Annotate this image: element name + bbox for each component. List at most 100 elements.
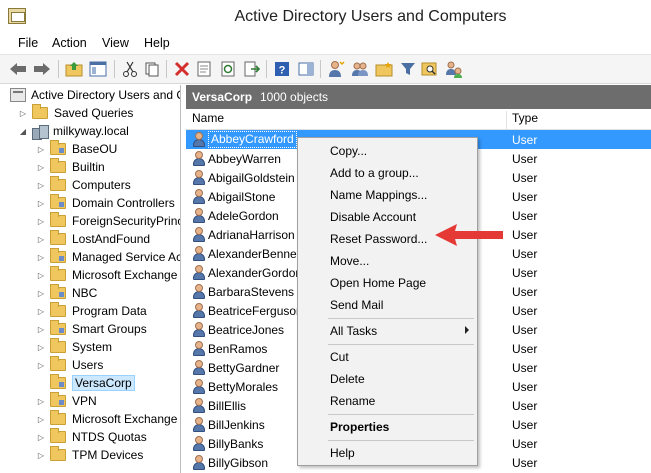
row-type: User: [512, 361, 538, 375]
expand-arrow-icon[interactable]: ▷: [36, 361, 46, 370]
menu-help[interactable]: Help: [144, 36, 170, 50]
folder-icon: [50, 158, 66, 173]
properties-icon[interactable]: [194, 59, 214, 79]
menu-item-open-home-page[interactable]: Open Home Page: [298, 272, 477, 294]
row-type: User: [512, 304, 538, 318]
annotation-arrow-icon: [435, 224, 503, 246]
add-to-group-icon[interactable]: [444, 59, 464, 79]
expand-arrow-icon[interactable]: ▷: [36, 181, 46, 190]
expand-arrow-icon[interactable]: ▷: [36, 145, 46, 154]
expand-arrow-icon[interactable]: ▷: [36, 433, 46, 442]
menu-item-properties[interactable]: Properties: [298, 416, 477, 438]
folder-icon: [50, 320, 66, 335]
tree-item[interactable]: ▷ Users: [36, 356, 103, 374]
tree-item[interactable]: ▷ Program Data: [36, 302, 147, 320]
column-header-name[interactable]: Name: [192, 111, 224, 129]
row-type: User: [512, 323, 538, 337]
expand-arrow-icon[interactable]: ▷: [36, 271, 46, 280]
tree-item[interactable]: ▷ BaseOU: [36, 140, 117, 158]
new-user-icon[interactable]: [326, 59, 346, 79]
svg-text:?: ?: [279, 65, 286, 77]
expand-arrow-icon[interactable]: ▷: [18, 109, 28, 118]
row-type: User: [512, 285, 538, 299]
show-console-tree-icon[interactable]: [88, 59, 108, 79]
find-icon[interactable]: [420, 59, 440, 79]
row-type: User: [512, 380, 538, 394]
expand-arrow-icon[interactable]: ▷: [36, 163, 46, 172]
menu-item-help[interactable]: Help: [298, 442, 477, 464]
back-arrow-icon[interactable]: [8, 59, 28, 79]
show-action-pane-icon[interactable]: [296, 59, 316, 79]
tree-item[interactable]: ▷ Domain Controllers: [36, 194, 175, 212]
expand-arrow-icon[interactable]: ▷: [36, 307, 46, 316]
tree-item[interactable]: ▷ Builtin: [36, 158, 105, 176]
tree-saved-queries[interactable]: ▷ Saved Queries: [18, 104, 133, 122]
refresh-icon[interactable]: [218, 59, 238, 79]
column-header-type[interactable]: Type: [512, 111, 538, 129]
expand-arrow-icon[interactable]: ▷: [36, 451, 46, 460]
menu-item-rename[interactable]: Rename: [298, 390, 477, 412]
delete-icon[interactable]: [172, 59, 192, 79]
menu-item-all-tasks[interactable]: All Tasks: [298, 320, 477, 342]
expand-arrow-icon[interactable]: ▷: [36, 199, 46, 208]
tree-item[interactable]: ▷ ForeignSecurityPrinc: [36, 212, 180, 230]
menu-item-move[interactable]: Move...: [298, 250, 477, 272]
tree-item[interactable]: ▷ TPM Devices: [36, 446, 143, 464]
container-name: VersaCorp: [192, 90, 253, 104]
tree-root[interactable]: Active Directory Users and C: [10, 86, 180, 104]
expand-arrow-icon[interactable]: ▷: [36, 397, 46, 406]
tree-item[interactable]: ▷ NBC: [36, 284, 97, 302]
new-group-icon[interactable]: [350, 59, 370, 79]
export-list-icon[interactable]: [242, 59, 262, 79]
filter-icon[interactable]: [398, 59, 418, 79]
copy-icon[interactable]: [142, 59, 162, 79]
tree-item[interactable]: ▷ NTDS Quotas: [36, 428, 147, 446]
row-name: AdrianaHarrison: [208, 228, 295, 242]
menu-item-cut[interactable]: Cut: [298, 346, 477, 368]
menu-view[interactable]: View: [102, 36, 129, 50]
folder-icon: [50, 374, 66, 389]
new-ou-icon[interactable]: [374, 59, 394, 79]
tree-item[interactable]: ▷ Smart Groups: [36, 320, 147, 338]
tree-item[interactable]: ▷ LostAndFound: [36, 230, 150, 248]
expand-arrow-icon[interactable]: ▷: [36, 343, 46, 352]
up-folder-icon[interactable]: [64, 59, 84, 79]
menu-item-add-to-group[interactable]: Add to a group...: [298, 162, 477, 184]
folder-icon: [50, 266, 66, 281]
tree-item[interactable]: ▷ Computers: [36, 176, 131, 194]
tree-domain[interactable]: ◢ milkyway.local: [18, 122, 129, 140]
row-name: AbigailGoldstein: [208, 171, 295, 185]
tree-item[interactable]: VersaCorp: [36, 374, 135, 392]
user-icon: [192, 397, 206, 414]
menu-action[interactable]: Action: [52, 36, 87, 50]
tree-item[interactable]: ▷ Managed Service Ac: [36, 248, 180, 266]
menu-item-delete[interactable]: Delete: [298, 368, 477, 390]
folder-icon: [50, 284, 66, 299]
menu-item-name-mappings[interactable]: Name Mappings...: [298, 184, 477, 206]
user-icon: [192, 302, 206, 319]
expand-arrow-icon[interactable]: ▷: [36, 253, 46, 262]
cut-icon[interactable]: [120, 59, 140, 79]
user-icon: [192, 150, 206, 167]
menu-item-copy[interactable]: Copy...: [298, 140, 477, 162]
tree-item[interactable]: ▷ Microsoft Exchange: [36, 266, 177, 284]
row-name: BenRamos: [208, 342, 268, 356]
expand-arrow-icon[interactable]: ▷: [36, 325, 46, 334]
row-type: User: [512, 399, 538, 413]
menu-item-send-mail[interactable]: Send Mail: [298, 294, 477, 316]
tree-item[interactable]: ▷ VPN: [36, 392, 97, 410]
tree-item[interactable]: ▷ Microsoft Exchange: [36, 410, 177, 428]
tree-item[interactable]: ▷ System: [36, 338, 112, 356]
user-icon: [192, 359, 206, 376]
row-name: BillJenkins: [208, 418, 265, 432]
row-type: User: [512, 342, 538, 356]
expand-arrow-icon[interactable]: ▷: [36, 289, 46, 298]
forward-arrow-icon[interactable]: [32, 59, 52, 79]
menu-file[interactable]: File: [18, 36, 38, 50]
row-name: BillyGibson: [208, 456, 269, 470]
expand-arrow-icon[interactable]: ▷: [36, 415, 46, 424]
help-icon[interactable]: ?: [272, 59, 292, 79]
collapse-arrow-icon[interactable]: ◢: [18, 127, 28, 136]
expand-arrow-icon[interactable]: ▷: [36, 235, 46, 244]
expand-arrow-icon[interactable]: ▷: [36, 217, 46, 226]
